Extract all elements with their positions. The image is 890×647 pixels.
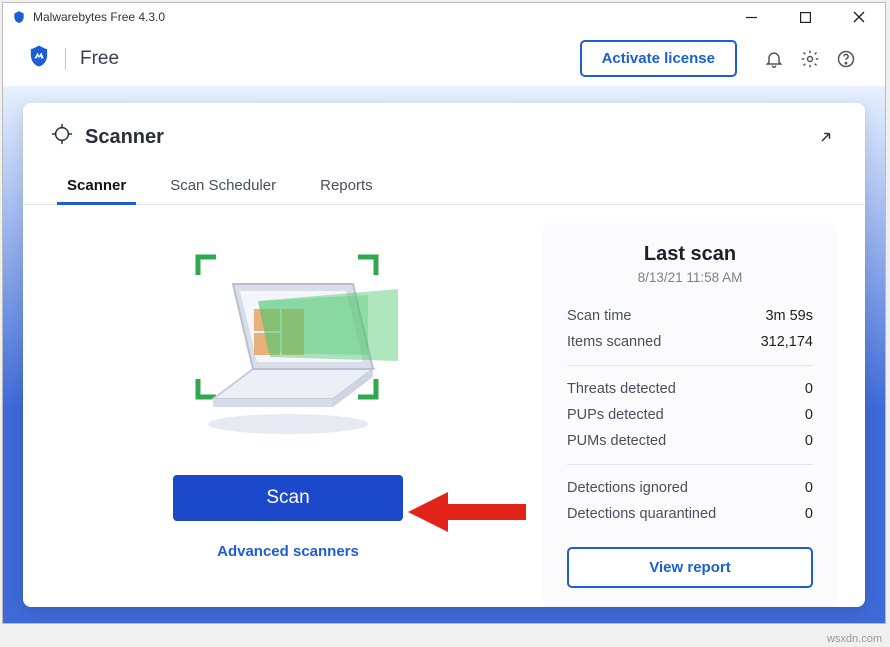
collapse-icon[interactable] — [819, 126, 837, 149]
app-window: Malwarebytes Free 4.3.0 Free Activate li… — [2, 2, 886, 624]
stat-row: Threats detected 0 — [567, 376, 813, 402]
stat-value: 0 — [805, 381, 813, 397]
stat-label: Detections ignored — [567, 480, 688, 496]
scanner-card: Scanner Scanner Scan Scheduler Reports — [23, 103, 865, 607]
crosshair-icon — [51, 123, 73, 151]
license-tier: Free — [65, 48, 119, 70]
activate-license-button[interactable]: Activate license — [580, 40, 737, 77]
card-header: Scanner — [23, 103, 865, 165]
logo-icon — [25, 42, 53, 75]
gear-icon[interactable] — [793, 42, 827, 76]
app-header: Free Activate license — [3, 31, 885, 87]
tab-scanner[interactable]: Scanner — [63, 169, 130, 204]
stat-value: 0 — [805, 506, 813, 522]
tabs: Scanner Scan Scheduler Reports — [23, 169, 865, 205]
stat-value: 0 — [805, 407, 813, 423]
stat-row: Detections ignored 0 — [567, 475, 813, 501]
view-report-button[interactable]: View report — [567, 547, 813, 588]
watermark: wsxdn.com — [827, 633, 882, 645]
window-title: Malwarebytes Free 4.3.0 — [33, 10, 165, 24]
stat-label: PUMs detected — [567, 433, 666, 449]
bell-icon[interactable] — [757, 42, 791, 76]
last-scan-panel: Last scan 8/13/21 11:58 AM Scan time 3m … — [543, 223, 837, 607]
app-icon — [11, 9, 27, 25]
panel: Scan Advanced scanners Last scan 8/13/21… — [23, 205, 865, 607]
last-scan-timestamp: 8/13/21 11:58 AM — [567, 270, 813, 285]
stat-row: PUPs detected 0 — [567, 402, 813, 428]
stat-label: Detections quarantined — [567, 506, 716, 522]
stat-row: Scan time 3m 59s — [567, 303, 813, 329]
stat-value: 0 — [805, 480, 813, 496]
stat-value: 3m 59s — [765, 308, 813, 324]
divider — [567, 464, 813, 465]
tab-scan-scheduler[interactable]: Scan Scheduler — [166, 169, 280, 204]
minimize-button[interactable] — [729, 3, 773, 31]
laptop-scan-illustration — [158, 229, 418, 449]
scan-panel-left: Scan Advanced scanners — [53, 223, 523, 560]
advanced-scanners-link[interactable]: Advanced scanners — [217, 543, 359, 560]
stat-value: 312,174 — [761, 334, 813, 350]
stat-row: Items scanned 312,174 — [567, 329, 813, 355]
maximize-button[interactable] — [783, 3, 827, 31]
stat-label: Scan time — [567, 308, 631, 324]
stat-row: PUMs detected 0 — [567, 428, 813, 454]
last-scan-title: Last scan — [567, 243, 813, 266]
card-title-text: Scanner — [85, 126, 164, 149]
card-title: Scanner — [51, 123, 164, 151]
tab-reports[interactable]: Reports — [316, 169, 377, 204]
stat-value: 0 — [805, 433, 813, 449]
titlebar: Malwarebytes Free 4.3.0 — [3, 3, 885, 31]
close-button[interactable] — [837, 3, 881, 31]
stat-label: Items scanned — [567, 334, 661, 350]
stat-label: Threats detected — [567, 381, 676, 397]
logo: Free — [25, 42, 119, 75]
scan-button[interactable]: Scan — [173, 475, 403, 521]
divider — [567, 365, 813, 366]
stat-label: PUPs detected — [567, 407, 664, 423]
stat-row: Detections quarantined 0 — [567, 501, 813, 527]
help-icon[interactable] — [829, 42, 863, 76]
